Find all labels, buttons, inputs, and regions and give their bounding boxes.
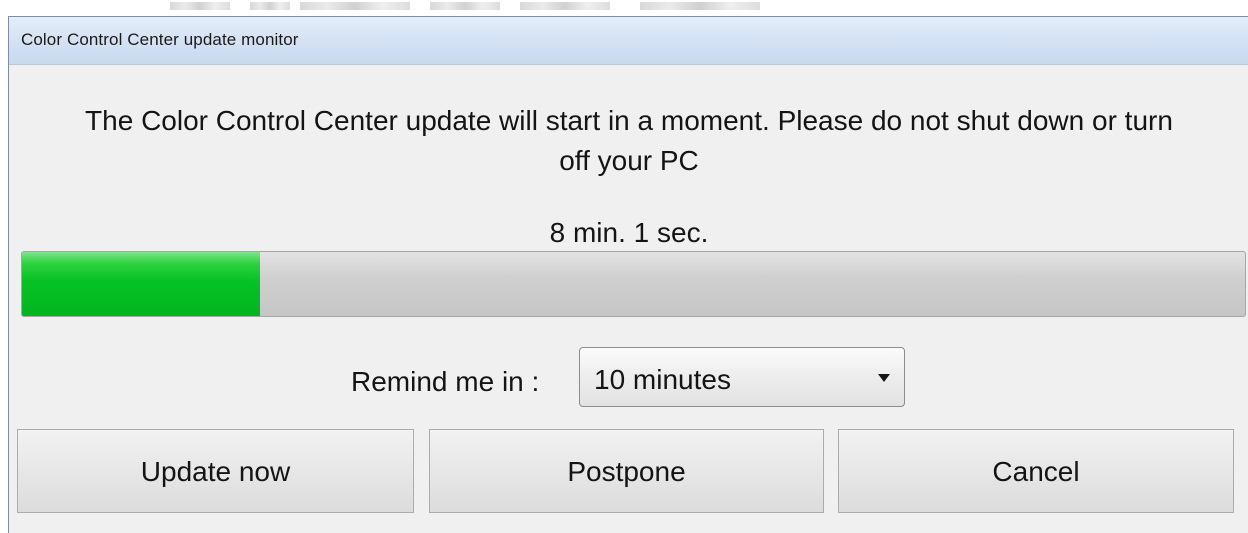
update-message: The Color Control Center update will sta… bbox=[9, 101, 1248, 181]
update-now-button[interactable]: Update now bbox=[17, 429, 414, 513]
remind-interval-value: 10 minutes bbox=[594, 364, 731, 395]
chevron-down-icon bbox=[878, 374, 890, 382]
remind-label: Remind me in : bbox=[351, 366, 540, 397]
remind-interval-dropdown[interactable]: 10 minutes bbox=[579, 347, 905, 407]
window-title: Color Control Center update monitor bbox=[21, 30, 299, 49]
countdown-timer: 8 min. 1 sec. bbox=[549, 217, 709, 248]
title-bar[interactable]: Color Control Center update monitor bbox=[9, 17, 1248, 65]
update-progress-fill bbox=[22, 252, 261, 316]
cancel-button[interactable]: Cancel bbox=[838, 429, 1234, 513]
update-progress-bar bbox=[21, 251, 1246, 317]
postpone-button[interactable]: Postpone bbox=[429, 429, 824, 513]
update-monitor-dialog: Color Control Center update monitor The … bbox=[8, 16, 1248, 533]
background-app-strip bbox=[0, 0, 1248, 14]
update-message-line-1: The Color Control Center update will sta… bbox=[85, 105, 1173, 136]
update-message-line-2: off your PC bbox=[559, 145, 699, 176]
